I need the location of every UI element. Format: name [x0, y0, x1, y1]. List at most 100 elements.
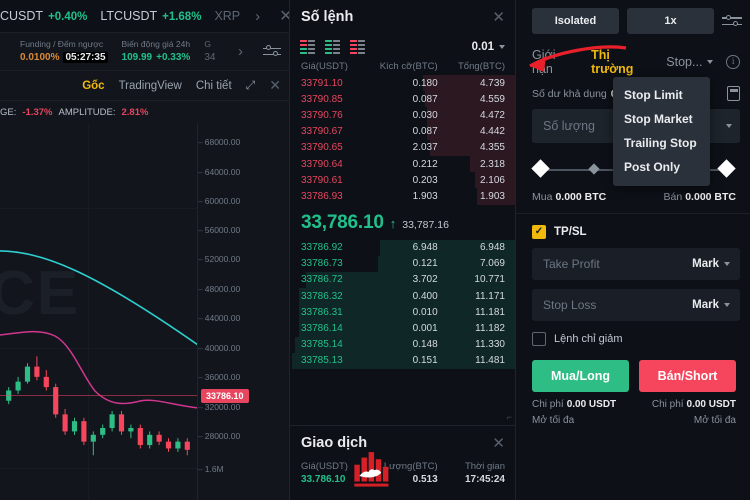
table-row[interactable]: 33790.61 0.203 2.106 [290, 172, 515, 189]
orderbook-header: Số lệnh ✕ [290, 0, 515, 33]
close-icon[interactable]: ✕ [492, 434, 505, 452]
row-total: 11.181 [475, 306, 505, 318]
row-size: 2.037 [412, 142, 438, 154]
stop-loss-input[interactable]: Stop Loss Mark [532, 289, 740, 321]
buy-side-label: Mua [532, 191, 553, 203]
slider-tick[interactable] [717, 159, 736, 178]
settings-sliders-icon[interactable] [263, 45, 281, 59]
row-total: 2.106 [479, 174, 505, 186]
calculator-icon[interactable] [727, 86, 740, 101]
orderbook-columns: Giá(USDT) Kích cỡ(BTC) Tổng(BTC) [290, 61, 515, 75]
pair-change: +0.40% [48, 11, 88, 23]
close-icon[interactable]: ✕ [279, 6, 289, 26]
order-action-row: Mua/Long Bán/Short [516, 346, 750, 392]
aggregation-selector[interactable]: 0.01 [472, 41, 505, 53]
order-type-dropdown-menu[interactable]: Stop Limit Stop Market Trailing Stop Pos… [613, 77, 710, 186]
quantity-unit-selector[interactable] [726, 124, 732, 128]
table-row[interactable]: 33790.65 2.037 4.355 [290, 139, 515, 156]
table-row[interactable]: 33790.64 0.212 2.318 [290, 155, 515, 173]
menu-item-trailing-stop[interactable]: Trailing Stop [613, 131, 710, 155]
table-row[interactable]: 33790.67 0.087 4.442 [290, 123, 515, 140]
balance-label: Số dư khả dụng [532, 87, 607, 100]
leverage-button[interactable]: 1x [627, 8, 714, 34]
table-row[interactable]: 33786.72 3.702 10.771 [290, 271, 515, 289]
info-icon[interactable]: i [726, 55, 740, 69]
view-mode-asks-icon[interactable] [350, 40, 365, 54]
aggregation-value: 0.01 [471, 41, 494, 53]
stats-next-icon[interactable]: › [232, 43, 249, 60]
pair-tab-bar[interactable]: CUSDT +0.40% LTCUSDT +1.68% XRP › ✕ [0, 0, 289, 33]
price-chart[interactable]: CE 68000.00 64000.00 60000.00 56000.00 5… [0, 123, 289, 500]
axis-tick: 68000.00 [198, 137, 240, 147]
reduce-only-label: Lệnh chỉ giảm [554, 333, 623, 345]
pair-tab-2[interactable]: LTCUSDT +1.68% [100, 9, 201, 23]
bid-rows[interactable]: 33786.92 6.948 6.948 33786.73 0.121 7.069 3378… [290, 239, 515, 369]
reduce-only-checkbox[interactable] [532, 332, 546, 346]
chevron-right-icon[interactable]: › [255, 8, 260, 25]
tpsl-label: TP/SL [554, 226, 587, 238]
tab-limit[interactable]: Giới hạn [532, 48, 578, 76]
pair-symbol: XRP [214, 9, 241, 23]
pair-tab-1[interactable]: CUSDT +0.40% [0, 9, 87, 23]
slider-handle[interactable] [531, 159, 550, 178]
row-price: 33790.64 [301, 158, 343, 170]
chart-tab-original[interactable]: Gốc [82, 80, 104, 92]
table-row[interactable]: 33786.31 0.010 11.181 [290, 304, 515, 321]
chart-tab-details[interactable]: Chi tiết [196, 80, 232, 92]
table-row[interactable]: 33786.93 1.903 1.903 [290, 188, 515, 205]
row-size: 0.030 [412, 109, 438, 121]
stat-clipped: G 34 [204, 39, 216, 64]
table-row[interactable]: 33790.76 0.030 4.472 [290, 107, 515, 124]
table-row[interactable]: 33790.85 0.087 4.559 [290, 91, 515, 108]
clipped-value: 34 [204, 52, 216, 64]
row-size: 0.087 [412, 93, 438, 105]
table-row[interactable]: 33786.32 0.400 11.171 [290, 288, 515, 305]
row-total: 2.318 [479, 158, 505, 170]
row-price: 33785.14 [301, 339, 343, 351]
row-total: 4.472 [479, 109, 505, 121]
buy-max-label: Mở tối đa [532, 415, 575, 426]
ask-rows[interactable]: 33791.10 0.180 4.739 33790.85 0.087 4.559 3379… [290, 75, 515, 205]
view-mode-bids-icon[interactable] [325, 40, 340, 54]
axis-tick: 48000.00 [198, 284, 240, 294]
stop-loss-ref-selector[interactable]: Mark [692, 299, 730, 311]
pair-change: +1.68% [162, 11, 202, 23]
tab-market[interactable]: Thị trường [591, 48, 653, 76]
close-icon[interactable]: ✕ [492, 8, 505, 26]
expand-icon[interactable]: ⤢ [246, 78, 256, 93]
resize-grip-icon[interactable]: ⌐ [507, 412, 512, 422]
row-size: 0.180 [412, 77, 438, 89]
view-mode-both-icon[interactable] [300, 40, 315, 54]
pair-symbol: CUSDT [0, 9, 44, 23]
menu-item-post-only[interactable]: Post Only [613, 155, 710, 179]
axis-tick: 36000.00 [198, 372, 240, 382]
tab-stop-dropdown[interactable]: Stop... [666, 55, 714, 69]
close-icon[interactable]: ✕ [269, 77, 281, 94]
pair-tab-3[interactable]: XRP [214, 9, 240, 23]
take-profit-ref-selector[interactable]: Mark [692, 258, 730, 270]
row-total: 11.481 [475, 355, 505, 367]
table-row[interactable]: 33786.73 0.121 7.069 [290, 255, 515, 272]
menu-item-stop-market[interactable]: Stop Market [613, 107, 710, 131]
tpsl-checkbox[interactable]: ✓ [532, 225, 546, 239]
tpsl-toggle-row[interactable]: ✓ TP/SL [516, 214, 750, 239]
order-settings-icon[interactable] [722, 14, 742, 29]
order-type-tabs: Giới hạn Thị trường Stop... i [516, 34, 750, 76]
table-row[interactable]: 33785.14 0.148 11.330 [290, 336, 515, 353]
table-row[interactable]: 33786.14 0.001 11.182 [290, 320, 515, 337]
chart-tab-tradingview[interactable]: TradingView [119, 80, 182, 92]
take-profit-input[interactable]: Take Profit Mark [532, 248, 740, 280]
table-row[interactable]: 33785.13 0.151 11.481 [290, 352, 515, 369]
sell-short-button[interactable]: Bán/Short [639, 360, 736, 392]
menu-item-stop-limit[interactable]: Stop Limit [613, 83, 710, 107]
trade-time: 17:45:24 [464, 474, 505, 485]
reduce-only-row[interactable]: Lệnh chỉ giảm [516, 321, 750, 346]
slider-tick[interactable] [588, 163, 600, 175]
buy-long-button[interactable]: Mua/Long [532, 360, 629, 392]
row-size: 0.151 [412, 355, 438, 367]
margin-mode-button[interactable]: Isolated [532, 8, 619, 34]
row-total: 10.771 [474, 274, 505, 286]
column-total: Tổng(BTC) [458, 61, 505, 72]
table-row[interactable]: 33786.92 6.948 6.948 [290, 239, 515, 256]
table-row[interactable]: 33791.10 0.180 4.739 [290, 75, 515, 92]
